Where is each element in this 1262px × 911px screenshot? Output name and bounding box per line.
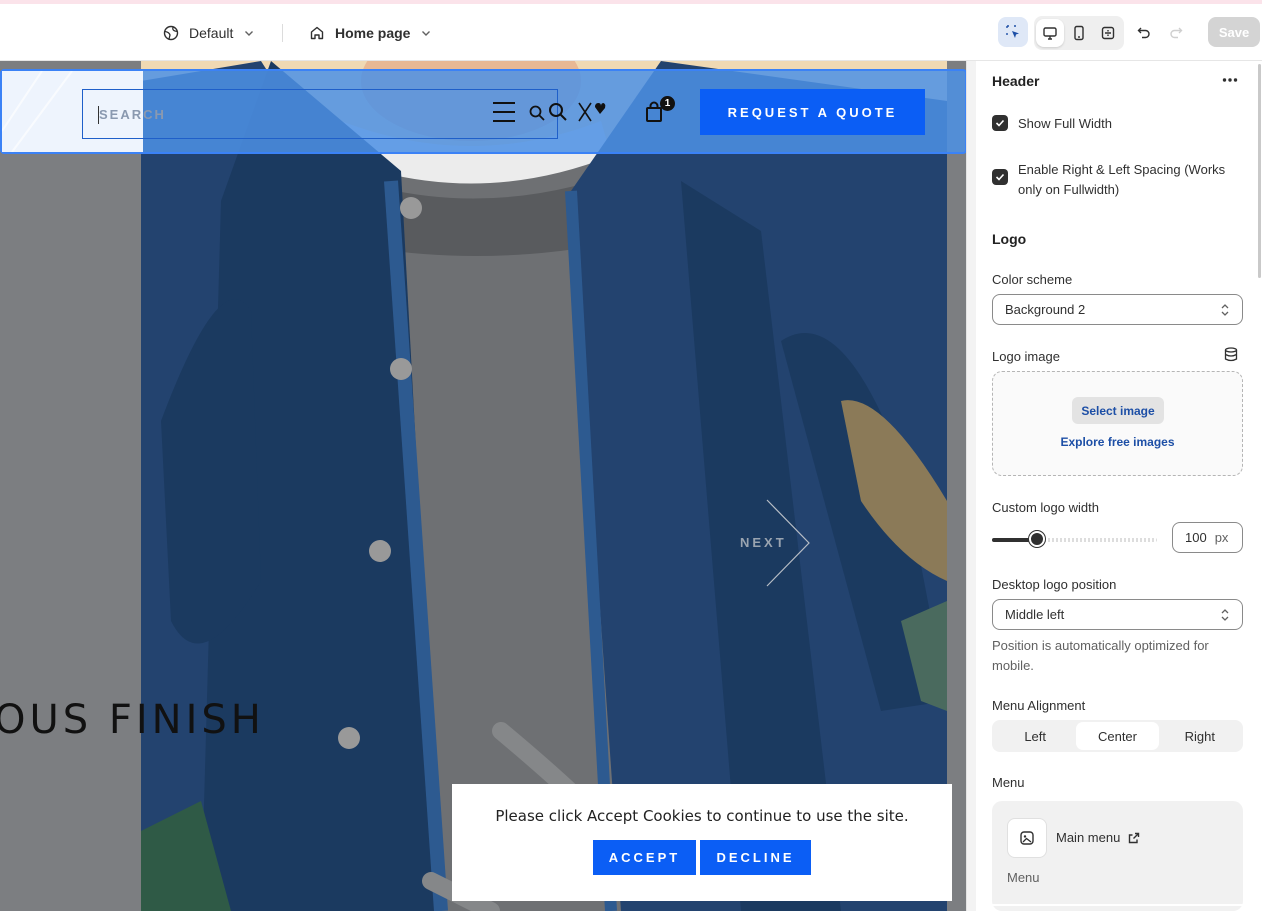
globe-icon — [163, 25, 179, 41]
select-arrows-icon — [1221, 303, 1229, 316]
slider-thumb[interactable] — [1028, 531, 1045, 547]
show-full-width-checkbox[interactable] — [992, 115, 1008, 131]
checkmark-icon — [995, 119, 1005, 127]
accept-cookies-button[interactable]: ACCEPT — [593, 840, 696, 875]
mobile-view-button[interactable] — [1065, 19, 1093, 47]
mobile-icon — [1074, 25, 1084, 41]
menu-name: Main menu — [1056, 830, 1121, 845]
preview-scrollbar[interactable] — [966, 61, 976, 911]
save-button[interactable]: Save — [1208, 17, 1260, 47]
decline-cookies-button[interactable]: DECLINE — [700, 840, 811, 875]
theme-select-label: Default — [189, 25, 234, 41]
database-icon[interactable] — [1224, 347, 1238, 362]
home-icon — [310, 26, 324, 40]
settings-panel: Header Show Full Width Enable Right & Le… — [976, 61, 1262, 911]
fullscreen-view-button[interactable] — [1094, 19, 1122, 47]
enable-spacing-label: Enable Right & Left Spacing (Works only … — [1018, 162, 1226, 197]
main-menu-link[interactable]: Main menu — [1056, 830, 1140, 845]
wishlist-heart-icon[interactable] — [578, 101, 606, 123]
template-select[interactable]: Home page — [309, 20, 432, 46]
logo-position-label: Desktop logo position — [992, 577, 1117, 592]
menu-picker-card[interactable]: Main menu Menu — [992, 801, 1243, 911]
menu-subtitle: Menu — [1007, 870, 1040, 885]
explore-free-images-link[interactable]: Explore free images — [993, 435, 1242, 449]
redo-button[interactable] — [1161, 17, 1191, 47]
template-select-label: Home page — [335, 25, 411, 41]
cart-count-badge: 1 — [660, 96, 675, 111]
hero-headline: OUS FINISH — [0, 697, 265, 743]
logo-width-value: 100 — [1185, 530, 1207, 545]
color-scheme-select[interactable]: Background 2 — [992, 294, 1243, 325]
external-link-icon — [1129, 832, 1140, 843]
undo-icon — [1137, 27, 1150, 39]
align-center-option[interactable]: Center — [1076, 722, 1159, 750]
enable-spacing-checkbox[interactable] — [992, 169, 1008, 185]
cookie-banner: Please click Accept Cookies to continue … — [452, 784, 952, 901]
logo-position-value: Middle left — [1005, 607, 1065, 622]
hamburger-menu-icon[interactable] — [492, 101, 516, 123]
chevron-right-icon — [766, 499, 810, 587]
menu-label: Menu — [992, 775, 1025, 790]
select-image-button[interactable]: Select image — [1072, 397, 1164, 424]
logo-position-help: Position is automatically optimized for … — [992, 638, 1209, 673]
redo-icon — [1170, 27, 1183, 39]
desktop-view-button[interactable] — [1036, 19, 1065, 47]
menu-alignment-label: Menu Alignment — [992, 698, 1086, 713]
menu-card-divider — [992, 904, 1243, 906]
logo-width-input[interactable]: 100 px — [1172, 522, 1243, 553]
logo-width-label: Custom logo width — [992, 500, 1099, 515]
cookie-message: Please click Accept Cookies to continue … — [495, 807, 909, 825]
selected-header-section[interactable]: SEARCH 1 REQUEST A QUOTE — [0, 69, 967, 154]
inspector-toggle-button[interactable] — [998, 17, 1028, 47]
menu-thumbnail — [1007, 818, 1047, 858]
logo-position-select[interactable]: Middle left — [992, 599, 1243, 630]
chevron-down-icon — [422, 31, 431, 36]
search-icon[interactable] — [548, 102, 568, 122]
logo-image-dropzone[interactable]: Select image Explore free images — [992, 371, 1243, 476]
topbar-divider — [282, 24, 283, 42]
chevron-down-icon — [245, 31, 254, 36]
search-placeholder: SEARCH — [99, 107, 166, 122]
request-quote-button[interactable]: REQUEST A QUOTE — [700, 89, 925, 135]
undo-button[interactable] — [1129, 17, 1159, 47]
theme-select[interactable]: Default — [163, 20, 255, 46]
more-options-icon[interactable] — [1222, 74, 1238, 86]
select-cursor-icon — [1006, 25, 1019, 38]
color-scheme-label: Color scheme — [992, 272, 1073, 287]
menu-alignment-control: Left Center Right — [992, 720, 1243, 752]
logo-image-label: Logo image — [992, 349, 1060, 364]
desktop-icon — [1043, 27, 1058, 40]
section-title: Header — [992, 73, 1040, 89]
show-full-width-label: Show Full Width — [1018, 116, 1112, 131]
logo-width-slider[interactable] — [992, 538, 1157, 542]
logo-section-title: Logo — [992, 231, 1027, 247]
expand-icon — [1101, 26, 1114, 40]
align-left-option[interactable]: Left — [994, 722, 1076, 750]
align-right-option[interactable]: Right — [1159, 722, 1241, 750]
search-icon[interactable] — [529, 105, 545, 121]
theme-preview: SEARCH 1 REQUEST A QUOTE NEXT OUS FINISH… — [0, 61, 967, 911]
select-arrows-icon — [1221, 608, 1229, 621]
logo-width-unit: px — [1214, 530, 1229, 545]
menu-image-icon — [1020, 831, 1034, 845]
editor-topbar: Default Home page Save — [0, 4, 1262, 61]
checkmark-icon — [995, 173, 1005, 181]
header-search-input[interactable]: SEARCH — [82, 89, 558, 139]
panel-scrollbar[interactable] — [1258, 64, 1261, 278]
device-switcher — [1034, 16, 1124, 50]
color-scheme-value: Background 2 — [1005, 302, 1086, 317]
